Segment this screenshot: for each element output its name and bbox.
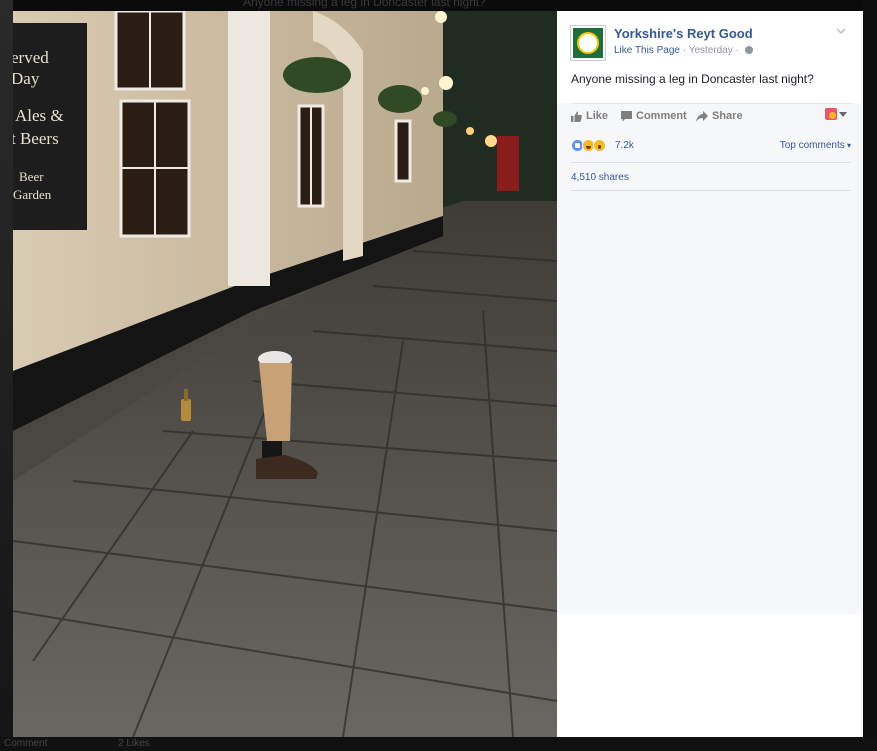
chevron-down-icon[interactable] (835, 25, 847, 37)
like-label: Like (586, 110, 609, 122)
post-photo[interactable]: erved Day Ales & t Beers Beer Garden (13, 11, 557, 737)
sign-text-4: t Beers (13, 129, 59, 148)
post-text: Anyone missing a leg in Doncaster last n… (571, 72, 814, 86)
post-meta: Like This Page · Yesterday · (614, 45, 753, 56)
like-button[interactable]: Like (571, 110, 608, 122)
comment-icon (621, 110, 632, 121)
shares-row: 4,510 shares (571, 164, 851, 191)
top-comments-dropdown[interactable]: Top comments (780, 140, 851, 151)
reaction-count[interactable]: 7.2k (615, 140, 634, 151)
post-timestamp[interactable]: Yesterday (689, 45, 733, 56)
background-post-caption: Anyone missing a leg in Doncaster last n… (243, 0, 486, 9)
sign-text-2: Day (13, 69, 40, 88)
share-arrow-icon (696, 110, 708, 122)
sign-text-5: Beer (19, 169, 44, 184)
page-avatar[interactable] (571, 26, 605, 60)
reactions-summary[interactable]: 7.2k Top comments (571, 135, 851, 163)
post-header: Yorkshire's Reyt Good Like This Page · Y… (557, 11, 863, 103)
yorkshire-rose-icon (577, 32, 599, 54)
meta-separator: · (732, 45, 742, 56)
like-page-link[interactable]: Like This Page (614, 45, 680, 56)
background-left-strip (0, 0, 13, 751)
comment-button[interactable]: Comment (621, 110, 687, 122)
reaction-picker[interactable] (825, 108, 847, 120)
post-actions-bar: Like Comment Share (571, 103, 851, 127)
page-name-link[interactable]: Yorkshire's Reyt Good (614, 26, 753, 41)
background-bottom-strip: Comment 2 Likes (0, 737, 877, 751)
background-comment-label: Comment (4, 738, 48, 749)
background-right-strip (863, 0, 877, 751)
post-panel: Yorkshire's Reyt Good Like This Page · Y… (557, 11, 863, 737)
sign-text-6: Garden (13, 187, 52, 202)
sign-text-1: erved (13, 48, 49, 67)
share-label: Share (712, 110, 743, 122)
photo-illustration: erved Day Ales & t Beers Beer Garden (13, 11, 557, 737)
caret-down-icon (839, 111, 847, 117)
wow-reaction-icon (593, 139, 606, 152)
meta-separator: · (679, 45, 689, 56)
comment-label: Comment (636, 110, 687, 122)
shares-count-link[interactable]: 4,510 shares (571, 172, 629, 183)
reaction-emoji-icon (825, 108, 837, 120)
thumbs-up-icon (571, 111, 582, 122)
globe-icon (744, 46, 753, 54)
background-likes-label: 2 Likes (118, 738, 150, 749)
share-button[interactable]: Share (696, 110, 743, 122)
sign-text-3: Ales & (15, 106, 64, 125)
